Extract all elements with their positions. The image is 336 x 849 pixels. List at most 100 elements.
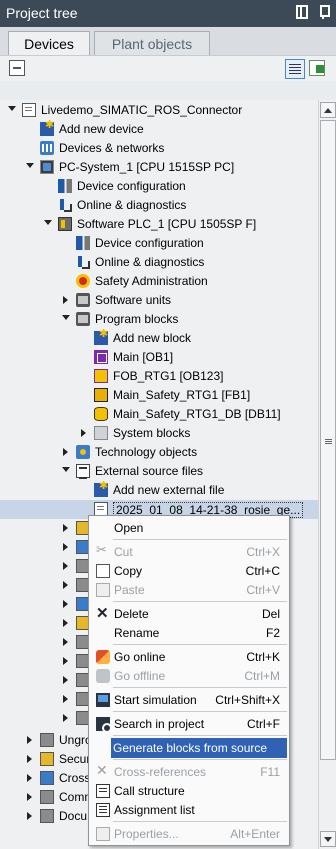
expand-toggle-icon[interactable]	[63, 619, 68, 627]
pc-system-icon	[40, 160, 54, 174]
tree-item-devices-networks[interactable]: Devices & networks	[0, 139, 318, 158]
expand-toggle-icon[interactable]	[27, 793, 32, 801]
menu-item-label: Start simulation	[114, 693, 197, 707]
expand-toggle-icon[interactable]	[63, 638, 68, 646]
tree-item-online-diagnostics[interactable]: Online & diagnostics	[0, 253, 318, 272]
tree-item-label: Devices & networks	[59, 141, 165, 155]
expand-toggle-icon[interactable]	[63, 524, 68, 532]
add-new-icon	[94, 327, 108, 345]
tree-item-main-safety-rtg1-db-db11[interactable]: Main_Safety_RTG1_DB [DB11]	[0, 405, 318, 424]
menu-item-go-offline[interactable]: Go offline Ctrl+M	[90, 666, 288, 686]
tree-item-safety-administration[interactable]: Safety Administration	[0, 272, 318, 291]
collapse-toggle-icon[interactable]	[8, 106, 16, 111]
menu-item-label: Generate blocks from source	[113, 741, 268, 755]
column-header	[0, 81, 336, 100]
tree-item-label: External source files	[95, 464, 204, 478]
menu-item-rename[interactable]: Rename F2	[90, 623, 288, 643]
call-icon	[96, 784, 110, 798]
menu-item-shortcut: Alt+Enter	[230, 827, 280, 841]
tree-item-label: Online & diagnostics	[77, 198, 187, 212]
expand-toggle-icon[interactable]	[63, 657, 68, 665]
menu-item-properties[interactable]: Properties... Alt+Enter	[90, 824, 288, 844]
menu-item-label: Paste	[114, 583, 145, 597]
menu-separator	[113, 711, 287, 712]
collapse-toggle-icon[interactable]	[44, 220, 52, 225]
expand-toggle-icon[interactable]	[27, 755, 32, 763]
db-icon	[94, 407, 108, 421]
expand-toggle-icon[interactable]	[63, 714, 68, 722]
tree-item-online-diagnostics[interactable]: Online & diagnostics	[0, 196, 318, 215]
tree-item-add-new-external-file[interactable]: Add new external file	[0, 479, 318, 500]
tab-plant-objects[interactable]: Plant objects	[94, 31, 210, 55]
collapse-toggle-icon[interactable]	[62, 467, 70, 472]
menu-item-open[interactable]: Open	[90, 518, 288, 538]
del-icon	[96, 604, 110, 622]
tree-item-add-new-device[interactable]: Add new device	[0, 118, 318, 139]
scroll-up-button[interactable]	[320, 102, 336, 118]
tree-item-technology-objects[interactable]: Technology objects	[0, 443, 318, 462]
tree-item-label: Safety Administration	[95, 274, 208, 288]
vertical-scrollbar[interactable]	[318, 100, 336, 849]
network-icon	[40, 141, 54, 155]
menu-item-label: Go offline	[114, 669, 166, 683]
expand-toggle-icon[interactable]	[63, 581, 68, 589]
maximize-icon[interactable]	[309, 60, 325, 76]
tabs-bar: Devices Plant objects	[0, 27, 336, 55]
collapse-toggle-icon[interactable]	[62, 315, 70, 320]
expand-toggle-icon[interactable]	[63, 543, 68, 551]
menu-item-call-structure[interactable]: Call structure	[90, 781, 288, 801]
tree-item-program-blocks[interactable]: Program blocks	[0, 310, 318, 329]
menu-item-generate-blocks-from-source[interactable]: Generate blocks from source	[111, 738, 287, 758]
expand-toggle-icon[interactable]	[63, 562, 68, 570]
expand-toggle-icon[interactable]	[63, 600, 68, 608]
menu-item-shortcut: F11	[260, 765, 280, 779]
scroll-down-button[interactable]	[320, 831, 336, 847]
tree-item-device-configuration[interactable]: Device configuration	[0, 177, 318, 196]
menu-separator	[113, 644, 287, 645]
expand-toggle-icon[interactable]	[63, 695, 68, 703]
expand-toggle-icon[interactable]	[27, 812, 32, 820]
overview-icon[interactable]	[285, 59, 305, 79]
menu-item-shortcut: Del	[261, 607, 280, 621]
menu-item-shortcut: Ctrl+M	[244, 669, 280, 683]
expand-toggle-icon[interactable]	[27, 774, 32, 782]
expand-toggle-icon[interactable]	[27, 736, 32, 744]
expand-toggle-icon[interactable]	[63, 448, 68, 456]
menu-item-label: Properties...	[114, 827, 179, 841]
tree-item-label: Software PLC_1 [CPU 1505SP F]	[77, 217, 257, 231]
menu-item-search-in-project[interactable]: Search in project Ctrl+F	[90, 714, 288, 734]
tree-item-device-configuration[interactable]: Device configuration	[0, 234, 318, 253]
tree-item-label: System blocks	[113, 426, 191, 440]
menu-item-copy[interactable]: Copy Ctrl+C	[90, 561, 288, 581]
cross-device-icon	[40, 771, 54, 785]
tree-item-pc-system-1-cpu-1515sp-pc[interactable]: PC-System_1 [CPU 1515SP PC]	[0, 158, 318, 177]
menu-item-paste[interactable]: Paste Ctrl+V	[90, 580, 288, 600]
tab-devices[interactable]: Devices	[8, 31, 90, 55]
pin-icon[interactable]	[316, 5, 330, 19]
tree-item-software-units[interactable]: Software units	[0, 291, 318, 310]
split-view-icon[interactable]	[296, 5, 308, 19]
collapse-toggle-icon[interactable]	[26, 163, 34, 168]
expand-toggle-icon[interactable]	[63, 296, 68, 304]
tree-item-fob-rtg1-ob123[interactable]: FOB_RTG1 [OB123]	[0, 367, 318, 386]
tree-item-system-blocks[interactable]: System blocks	[0, 424, 318, 443]
tree-item-main-ob1[interactable]: Main [OB1]	[0, 348, 318, 367]
expand-toggle-icon[interactable]	[63, 676, 68, 684]
menu-item-start-simulation[interactable]: Start simulation Ctrl+Shift+X	[90, 690, 288, 710]
menu-item-go-online[interactable]: Go online Ctrl+K	[90, 647, 288, 667]
menu-item-delete[interactable]: Delete Del	[90, 604, 288, 624]
expand-toggle-icon[interactable]	[81, 429, 86, 437]
diagnostics-icon	[76, 255, 90, 269]
copy-icon	[96, 564, 110, 578]
scroll-thumb[interactable]	[320, 120, 336, 760]
menu-item-assignment-list[interactable]: Assignment list	[90, 800, 288, 820]
show-hide-icon[interactable]	[9, 60, 25, 76]
menu-separator	[113, 735, 287, 736]
menu-item-cut[interactable]: Cut Ctrl+X	[90, 542, 288, 562]
tree-item-software-plc-1-cpu-1505sp-f[interactable]: Software PLC_1 [CPU 1505SP F]	[0, 215, 318, 234]
menu-item-cross-references[interactable]: Cross-references F11	[90, 762, 288, 782]
tree-toolbar	[0, 55, 336, 81]
tree-item-add-new-block[interactable]: Add new block	[0, 327, 318, 348]
tree-item-external-source-files[interactable]: External source files	[0, 462, 318, 481]
tree-item-main-safety-rtg1-fb1[interactable]: Main_Safety_RTG1 [FB1]	[0, 386, 318, 405]
